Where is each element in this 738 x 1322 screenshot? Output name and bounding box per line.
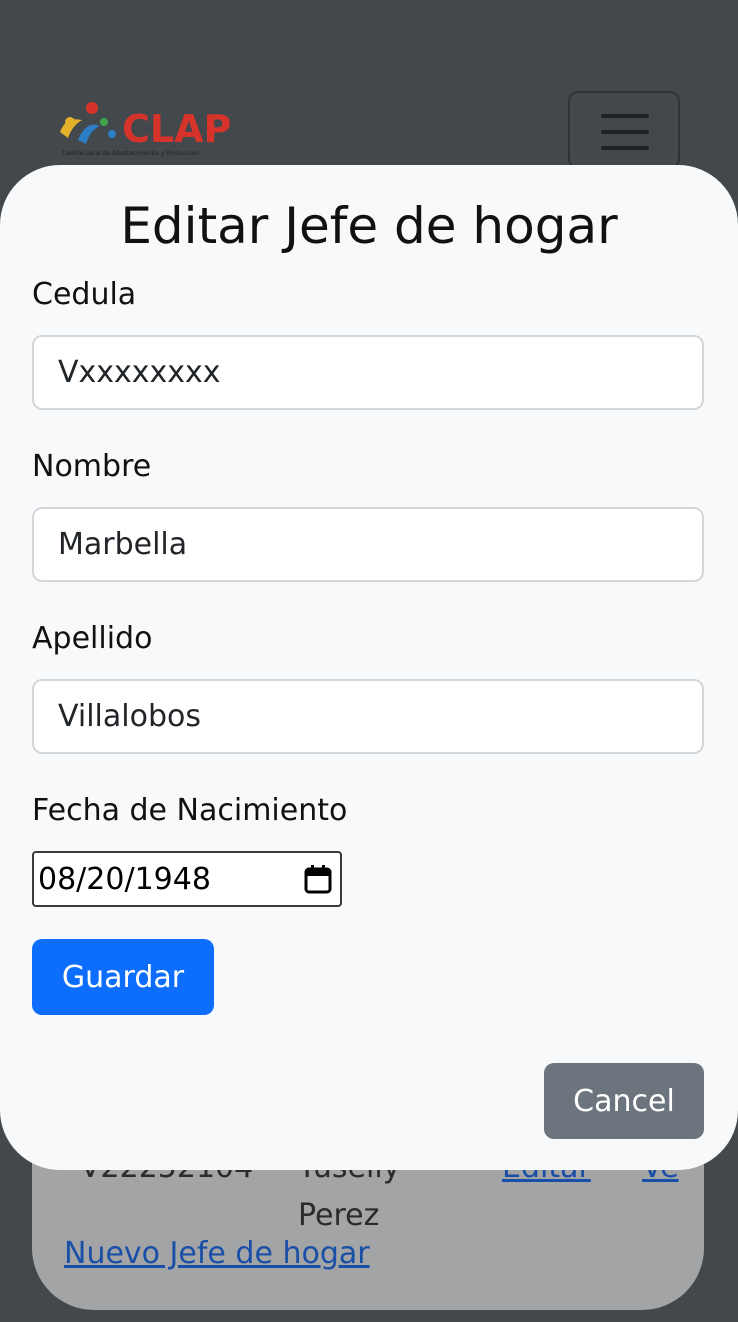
nombre-label: Nombre	[32, 449, 152, 484]
fecha-label: Fecha de Nacimiento	[32, 793, 348, 828]
calendar-icon[interactable]	[304, 864, 332, 894]
hamburger-bar	[601, 130, 649, 134]
edit-modal: Editar Jefe de hogar Cedula Nombre Apell…	[0, 165, 738, 1170]
nombre-input[interactable]	[32, 507, 704, 582]
apellido-input[interactable]	[32, 679, 704, 754]
clap-logo[interactable]: CLAP Comité Local de Abastecimiento y Pr…	[56, 100, 256, 160]
cedula-label: Cedula	[32, 277, 137, 312]
hamburger-menu-icon	[601, 114, 649, 118]
cancel-button[interactable]: Cancel	[544, 1063, 704, 1139]
nuevo-jefe-link[interactable]: Nuevo Jefe de hogar	[64, 1236, 370, 1271]
hamburger-bar	[601, 146, 649, 150]
cedula-input[interactable]	[32, 335, 704, 410]
clap-logo-graphic: CLAP Comité Local de Abastecimiento y Pr…	[60, 102, 231, 157]
guardar-button[interactable]: Guardar	[32, 939, 214, 1015]
hamburger-menu-button[interactable]	[568, 91, 680, 169]
logo-text: CLAP	[122, 107, 231, 151]
apellido-label: Apellido	[32, 621, 153, 656]
table-cell-apellido: Perez	[298, 1198, 380, 1233]
logo-subtitle: Comité Local de Abastecimiento y Producc…	[62, 150, 199, 157]
fecha-value: 08/20/1948	[38, 862, 211, 897]
fecha-nacimiento-input[interactable]: 08/20/1948	[32, 851, 342, 907]
modal-title: Editar Jefe de hogar	[120, 197, 618, 255]
